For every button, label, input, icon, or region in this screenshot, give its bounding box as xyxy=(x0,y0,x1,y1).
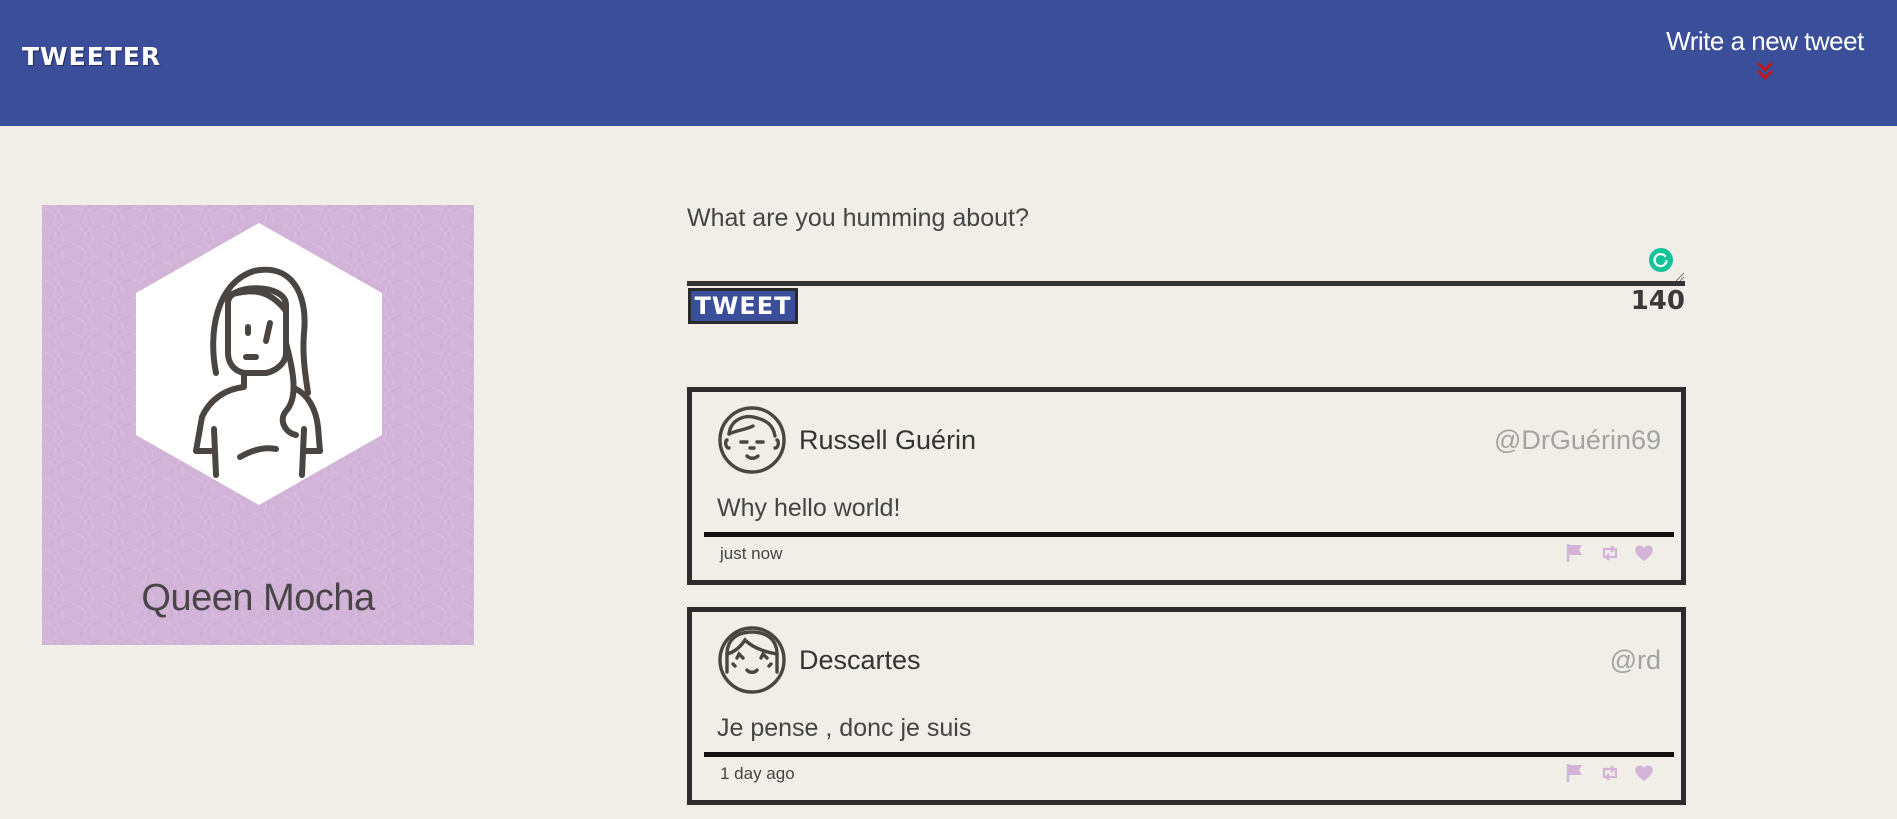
tweet-divider xyxy=(704,532,1674,537)
girl-avatar-icon xyxy=(718,626,786,694)
resize-grip-icon[interactable] xyxy=(1675,272,1685,282)
retweet-icon[interactable] xyxy=(1599,542,1621,564)
char-counter: 140 xyxy=(1630,286,1685,316)
double-chevron-down-icon xyxy=(1756,61,1774,81)
retweet-icon[interactable] xyxy=(1599,762,1621,784)
grammarly-icon[interactable] xyxy=(1648,247,1674,273)
tweet-card: Russell Guérin @DrGuérin69 Why hello wor… xyxy=(687,387,1686,585)
tweet-textarea[interactable] xyxy=(687,242,1685,286)
tweet-card: Descartes @rd Je pense , donc je suis 1 … xyxy=(687,607,1686,805)
tweet-author-name: Russell Guérin xyxy=(799,425,977,455)
heart-icon[interactable] xyxy=(1633,542,1655,564)
compose-area xyxy=(687,242,1685,286)
compose-toggle-label: Write a new tweet xyxy=(1666,26,1864,56)
compose-toggle-button[interactable]: Write a new tweet xyxy=(1655,26,1875,83)
tweet-author-name: Descartes xyxy=(799,645,921,675)
top-nav: TWEETER Write a new tweet xyxy=(0,0,1897,126)
tweet-divider xyxy=(704,752,1674,757)
tweet-button[interactable]: TWEET xyxy=(688,288,798,324)
woman-avatar-icon xyxy=(136,223,382,505)
flag-icon[interactable] xyxy=(1564,542,1586,564)
profile-name: Queen Mocha xyxy=(141,577,375,619)
tweet-actions xyxy=(1556,762,1655,784)
profile-card: Queen Mocha xyxy=(42,205,474,645)
compose-prompt-label: What are you humming about? xyxy=(687,204,1029,232)
tweet-timestamp: just now xyxy=(720,544,783,563)
tweet-text: Je pense , donc je suis xyxy=(717,714,972,742)
heart-icon[interactable] xyxy=(1633,762,1655,784)
tweet-actions xyxy=(1556,542,1655,564)
tweet-author-handle[interactable]: @DrGuérin69 xyxy=(1494,425,1661,456)
tweet-text: Why hello world! xyxy=(717,494,901,522)
brand-logo[interactable]: TWEETER xyxy=(22,42,161,71)
flag-icon[interactable] xyxy=(1564,762,1586,784)
man-avatar-icon xyxy=(718,406,786,474)
tweet-timestamp: 1 day ago xyxy=(720,764,795,783)
tweet-author-handle[interactable]: @rd xyxy=(1610,645,1661,676)
